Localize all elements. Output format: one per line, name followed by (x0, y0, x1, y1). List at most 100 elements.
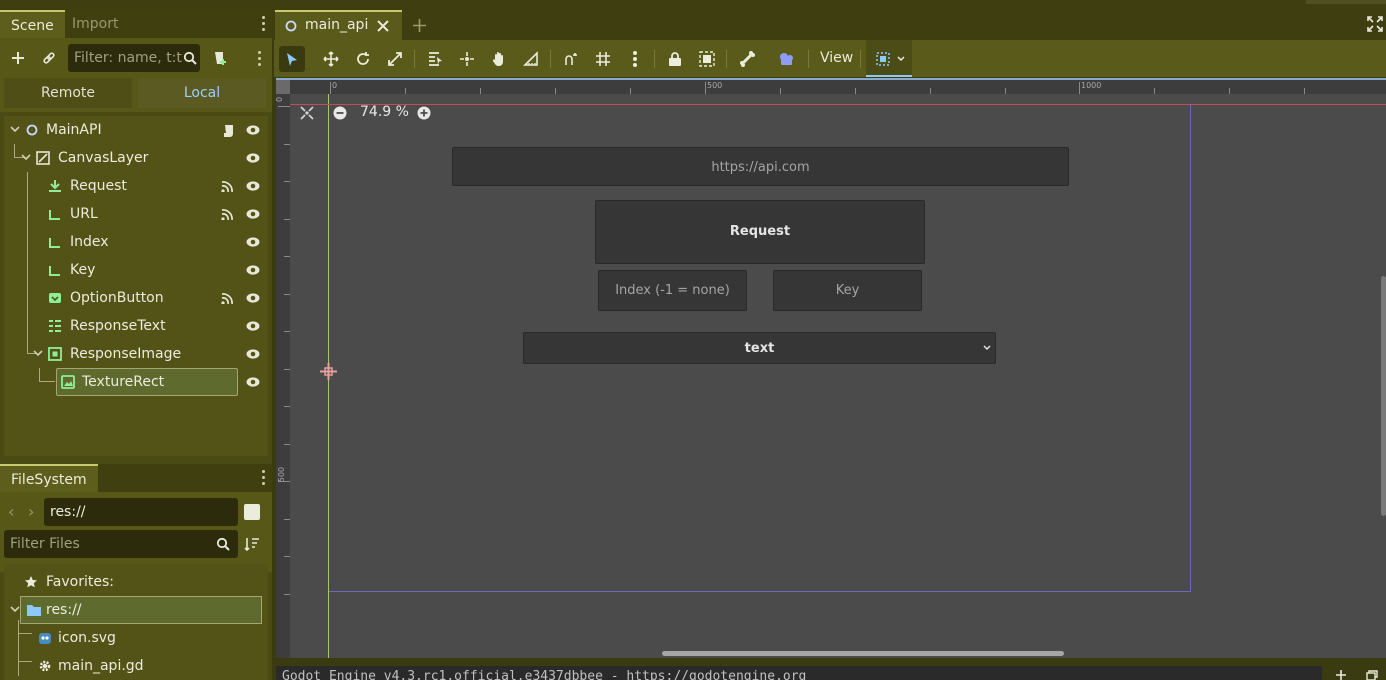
file-item-label: res:// (46, 602, 82, 618)
signal-icon[interactable] (220, 180, 234, 192)
visibility-eye-icon[interactable] (246, 348, 260, 360)
tree-node-responseimage[interactable]: ResponseImage (4, 340, 268, 368)
tab-label: main_api (305, 17, 369, 33)
visibility-eye-icon[interactable] (246, 124, 260, 136)
smart-snap-icon[interactable] (558, 46, 584, 72)
pivot-marker-icon[interactable] (320, 363, 337, 380)
file-item-res[interactable]: res:// (4, 596, 268, 624)
chevron-down-icon[interactable] (10, 126, 20, 134)
chevron-down-icon[interactable] (33, 350, 43, 358)
link-icon[interactable] (37, 46, 61, 70)
zoom-out-icon[interactable] (333, 106, 347, 120)
filesystem-menu-icon[interactable] (260, 470, 266, 486)
visibility-eye-icon[interactable] (246, 320, 260, 332)
tree-node-canvaslayer[interactable]: CanvasLayer (4, 144, 268, 172)
forward-arrow-icon[interactable]: › (28, 502, 34, 521)
back-arrow-icon[interactable]: ‹ (8, 502, 14, 521)
chevron-down-icon[interactable] (21, 154, 31, 162)
canvas-layer-icon (36, 151, 50, 165)
group-icon[interactable] (694, 46, 720, 72)
rotate-mode-icon[interactable] (350, 46, 376, 72)
add-node-icon[interactable] (6, 46, 30, 70)
sort-icon[interactable] (244, 536, 260, 552)
pan-hand-icon[interactable] (486, 46, 512, 72)
path-field[interactable]: res:// (44, 498, 238, 526)
view-menu[interactable]: View (820, 50, 853, 66)
star-icon (25, 576, 37, 588)
scene-options-icon[interactable] (256, 51, 262, 67)
pivot-icon[interactable] (454, 46, 480, 72)
remote-button[interactable]: Remote (4, 78, 132, 108)
file-item-icon-svg[interactable]: icon.svg (4, 624, 268, 652)
index-line-edit[interactable]: Index (-1 = none) (598, 270, 747, 311)
visibility-eye-icon[interactable] (246, 180, 260, 192)
camera-override-icon[interactable] (774, 46, 800, 72)
close-icon[interactable] (377, 20, 389, 32)
texture-rect-icon (61, 375, 75, 389)
chevron-down-icon[interactable] (10, 606, 20, 614)
tree-node-key[interactable]: Key (4, 256, 268, 284)
lock-icon[interactable] (662, 46, 688, 72)
vertical-scrollbar[interactable] (1381, 276, 1386, 516)
filter-files-input[interactable]: Filter Files (4, 530, 238, 558)
tab-main-api[interactable]: main_api (275, 10, 402, 40)
visibility-eye-icon[interactable] (246, 292, 260, 304)
tree-node-index[interactable]: Index (4, 228, 268, 256)
toggle-split-icon[interactable] (244, 504, 260, 520)
tree-node-url[interactable]: URL (4, 200, 268, 228)
add-icon[interactable] (1336, 670, 1346, 680)
bone-icon[interactable] (734, 46, 760, 72)
ruler-label: 0 (332, 81, 338, 90)
request-button[interactable]: Request (595, 200, 925, 264)
tab-import[interactable]: Import (61, 10, 129, 38)
tab-filesystem[interactable]: FileSystem (0, 464, 98, 492)
line-edit-icon (49, 266, 60, 276)
visibility-eye-icon[interactable] (246, 236, 260, 248)
godot-icon (39, 633, 51, 644)
visibility-eye-icon[interactable] (246, 264, 260, 276)
file-tree: Favorites: res:// icon.svg main_api.gd (4, 564, 268, 680)
zoom-in-icon[interactable] (417, 106, 431, 120)
tree-node-optionbutton[interactable]: OptionButton (4, 284, 268, 312)
visibility-eye-icon[interactable] (246, 152, 260, 164)
tree-node-responsetext[interactable]: ResponseText (4, 312, 268, 340)
scene-dock-menu-icon[interactable] (260, 16, 266, 32)
center-view-icon[interactable] (300, 106, 314, 120)
text-edit-icon (49, 320, 61, 332)
url-line-edit[interactable]: https://api.com (452, 147, 1069, 186)
signal-icon[interactable] (220, 292, 234, 304)
center-container-icon (48, 347, 62, 361)
zoom-level[interactable]: 74.9 % (360, 104, 409, 120)
distraction-free-icon[interactable] (1367, 16, 1383, 32)
horizontal-scrollbar[interactable] (662, 651, 1064, 656)
list-select-icon[interactable] (422, 46, 448, 72)
horizontal-ruler[interactable]: 0 500 1000 (290, 80, 1386, 94)
tree-node-mainapi[interactable]: MainAPI (4, 116, 268, 144)
scale-mode-icon[interactable] (382, 46, 408, 72)
new-tab-icon[interactable] (412, 18, 427, 33)
canvas-viewport[interactable]: 0 500 1000 0 500 74.9 % https://api.com … (276, 78, 1386, 658)
select-mode-icon[interactable] (279, 46, 305, 72)
visibility-eye-icon[interactable] (246, 376, 260, 388)
local-button[interactable]: Local (138, 78, 266, 108)
ruler-icon[interactable] (518, 46, 544, 72)
tree-node-texturerect[interactable]: TextureRect (4, 368, 268, 396)
snap-options-icon[interactable] (622, 46, 648, 72)
tree-node-label: MainAPI (46, 122, 102, 138)
key-line-edit[interactable]: Key (773, 270, 922, 311)
option-button[interactable]: text (523, 332, 996, 364)
signal-icon[interactable] (220, 208, 234, 220)
select-options-dropdown[interactable] (866, 40, 912, 77)
copy-icon[interactable] (1366, 670, 1378, 680)
move-mode-icon[interactable] (318, 46, 344, 72)
attach-script-icon[interactable] (208, 46, 232, 70)
vertical-ruler[interactable]: 0 500 (276, 94, 290, 658)
grid-snap-icon[interactable] (590, 46, 616, 72)
visibility-eye-icon[interactable] (246, 208, 260, 220)
option-button-icon (49, 293, 61, 303)
file-item-main-api-gd[interactable]: main_api.gd (4, 652, 268, 680)
script-icon[interactable] (222, 124, 236, 138)
tab-scene[interactable]: Scene (0, 10, 65, 38)
file-item-favorites[interactable]: Favorites: (4, 568, 268, 596)
tree-node-request[interactable]: Request (4, 172, 268, 200)
